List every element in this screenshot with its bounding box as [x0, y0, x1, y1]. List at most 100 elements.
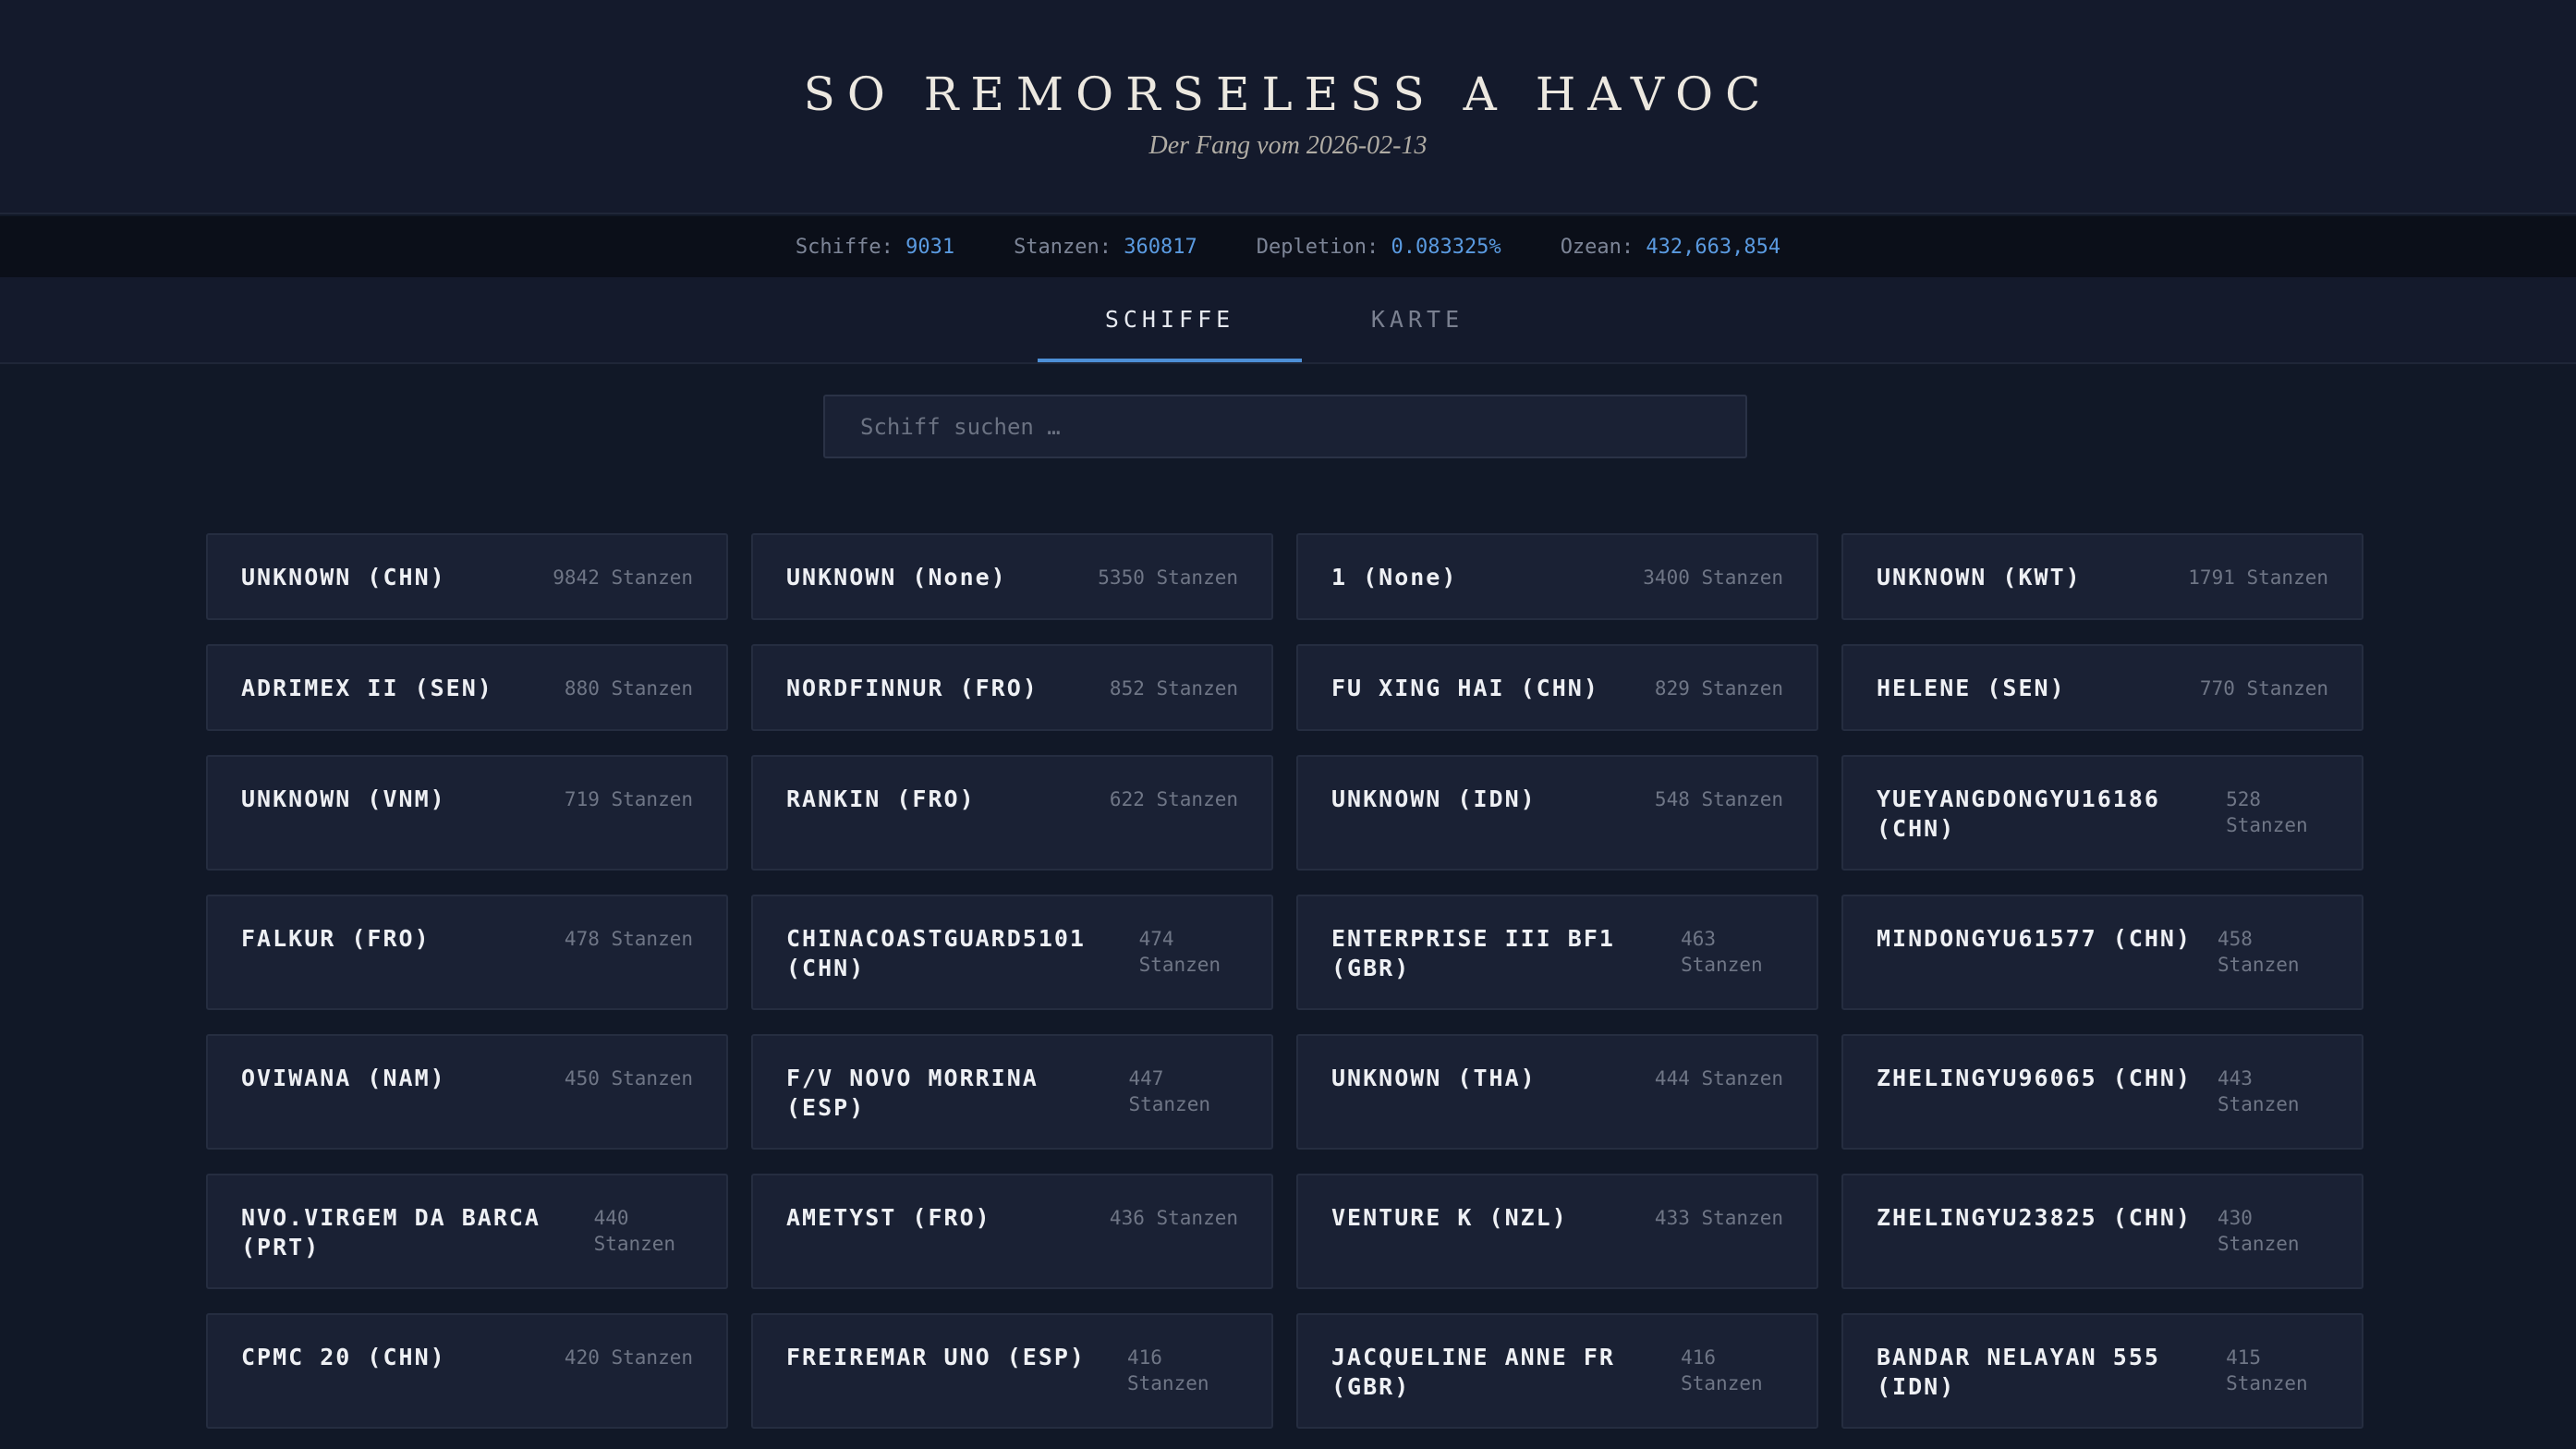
ship-card[interactable]: UNKNOWN (CHN) 9842 Stanzen: [206, 533, 728, 620]
page-title: SO REMORSELESS A HAVOC: [803, 67, 1773, 121]
stat-ships-label: Schiffe:: [795, 235, 893, 259]
ship-count: 430 Stanzen: [2218, 1207, 2300, 1255]
ship-card[interactable]: FREIREMAR UNO (ESP) 416 Stanzen: [751, 1313, 1273, 1429]
ship-count: 463 Stanzen: [1681, 928, 1763, 976]
ship-count: 548 Stanzen: [1654, 788, 1783, 810]
ship-name: JACQUELINE ANNE FR (GBR): [1331, 1344, 1615, 1400]
ship-count: 436 Stanzen: [1109, 1207, 1238, 1229]
ship-card[interactable]: F/V NOVO MORRINA (ESP) 447 Stanzen: [751, 1034, 1273, 1150]
page-header: SO REMORSELESS A HAVOC Der Fang vom 2026…: [0, 0, 2576, 214]
ship-count: 416 Stanzen: [1127, 1346, 1209, 1394]
ship-count: 444 Stanzen: [1654, 1067, 1783, 1090]
ship-card[interactable]: ZHELINGYU96065 (CHN) 443 Stanzen: [1841, 1034, 2363, 1150]
ship-count: 440 Stanzen: [593, 1207, 676, 1255]
ship-name: FALKUR (FRO): [241, 925, 431, 952]
ship-name: CHINACOASTGUARD5101 (CHN): [786, 925, 1086, 981]
ship-count: 478 Stanzen: [564, 928, 693, 950]
ship-card[interactable]: NORDFINNUR (FRO) 852 Stanzen: [751, 644, 1273, 731]
stats-bar: Schiffe: 9031 Stanzen: 360817 Depletion:…: [0, 216, 2576, 277]
ship-name: FU XING HAI (CHN): [1331, 675, 1599, 701]
ship-card[interactable]: ZHELINGYU23825 (CHN) 430 Stanzen: [1841, 1174, 2363, 1289]
ship-count: 852 Stanzen: [1109, 677, 1238, 700]
stat-stanzen: Stanzen: 360817: [1014, 236, 1197, 259]
ship-count: 458 Stanzen: [2218, 928, 2300, 976]
ship-name: UNKNOWN (None): [786, 564, 1007, 591]
stat-depletion-value: 0.083325%: [1391, 235, 1501, 259]
ship-card[interactable]: HELENE (SEN) 770 Stanzen: [1841, 644, 2363, 731]
stat-depletion-label: Depletion:: [1256, 235, 1379, 259]
ship-card[interactable]: JACQUELINE ANNE FR (GBR) 416 Stanzen: [1296, 1313, 1818, 1429]
ship-card[interactable]: CHINACOASTGUARD5101 (CHN) 474 Stanzen: [751, 895, 1273, 1010]
ship-name: ADRIMEX II (SEN): [241, 675, 493, 701]
ship-count: 415 Stanzen: [2226, 1346, 2308, 1394]
ship-name: HELENE (SEN): [1877, 675, 2066, 701]
ship-count: 433 Stanzen: [1654, 1207, 1783, 1229]
ship-card[interactable]: CPMC 20 (CHN) 420 Stanzen: [206, 1313, 728, 1429]
ship-name: CPMC 20 (CHN): [241, 1344, 446, 1370]
ship-count: 1791 Stanzen: [2188, 566, 2328, 589]
ship-count: 5350 Stanzen: [1098, 566, 1238, 589]
ship-name: BANDAR NELAYAN 555 (IDN): [1877, 1344, 2160, 1400]
ship-card[interactable]: VENTURE K (NZL) 433 Stanzen: [1296, 1174, 1818, 1289]
ship-name: UNKNOWN (VNM): [241, 785, 446, 812]
ship-count: 770 Stanzen: [2199, 677, 2328, 700]
tab-schiffe[interactable]: SCHIFFE: [1038, 277, 1302, 362]
ship-name: UNKNOWN (CHN): [241, 564, 446, 591]
ship-card[interactable]: ENTERPRISE III BF1 (GBR) 463 Stanzen: [1296, 895, 1818, 1010]
stat-ocean: Ozean: 432,663,854: [1561, 236, 1780, 259]
stat-ships: Schiffe: 9031: [796, 236, 954, 259]
ship-name: UNKNOWN (THA): [1331, 1065, 1537, 1091]
ship-grid: UNKNOWN (CHN) 9842 Stanzen UNKNOWN (None) 5…: [206, 533, 2364, 1429]
ship-card[interactable]: RANKIN (FRO) 622 Stanzen: [751, 755, 1273, 871]
stat-stanzen-value: 360817: [1124, 235, 1197, 259]
ship-card[interactable]: BANDAR NELAYAN 555 (IDN) 415 Stanzen: [1841, 1313, 2363, 1429]
ship-count: 416 Stanzen: [1681, 1346, 1763, 1394]
ship-card[interactable]: UNKNOWN (KWT) 1791 Stanzen: [1841, 533, 2363, 620]
ship-card[interactable]: 1 (None) 3400 Stanzen: [1296, 533, 1818, 620]
ship-count: 528 Stanzen: [2226, 788, 2308, 836]
ship-name: YUEYANGDONGYU16186 (CHN): [1877, 785, 2160, 842]
ship-card[interactable]: ADRIMEX II (SEN) 880 Stanzen: [206, 644, 728, 731]
ship-count: 447 Stanzen: [1128, 1067, 1210, 1115]
ship-name: F/V NOVO MORRINA (ESP): [786, 1065, 1039, 1121]
ship-count: 622 Stanzen: [1109, 788, 1238, 810]
ship-card[interactable]: FALKUR (FRO) 478 Stanzen: [206, 895, 728, 1010]
ship-count: 719 Stanzen: [564, 788, 693, 810]
ship-card[interactable]: OVIWANA (NAM) 450 Stanzen: [206, 1034, 728, 1150]
ship-card[interactable]: UNKNOWN (None) 5350 Stanzen: [751, 533, 1273, 620]
stat-ships-value: 9031: [905, 235, 955, 259]
ship-name: MINDONGYU61577 (CHN): [1877, 925, 2193, 952]
ship-card[interactable]: AMETYST (FRO) 436 Stanzen: [751, 1174, 1273, 1289]
ship-count: 3400 Stanzen: [1643, 566, 1783, 589]
ship-name: OVIWANA (NAM): [241, 1065, 446, 1091]
ship-name: 1 (None): [1331, 564, 1458, 591]
ship-card[interactable]: UNKNOWN (IDN) 548 Stanzen: [1296, 755, 1818, 871]
ship-name: VENTURE K (NZL): [1331, 1204, 1568, 1231]
tab-karte[interactable]: KARTE: [1302, 277, 1533, 362]
ship-count: 829 Stanzen: [1654, 677, 1783, 700]
ship-count: 474 Stanzen: [1138, 928, 1221, 976]
ship-card[interactable]: MINDONGYU61577 (CHN) 458 Stanzen: [1841, 895, 2363, 1010]
ship-card[interactable]: UNKNOWN (THA) 444 Stanzen: [1296, 1034, 1818, 1150]
tab-bar: SCHIFFE KARTE: [0, 277, 2576, 364]
ship-name: NVO.VIRGEM DA BARCA (PRT): [241, 1204, 541, 1260]
ship-card[interactable]: NVO.VIRGEM DA BARCA (PRT) 440 Stanzen: [206, 1174, 728, 1289]
ship-search-input[interactable]: [823, 395, 1747, 458]
stat-depletion: Depletion: 0.083325%: [1257, 236, 1501, 259]
ship-count: 420 Stanzen: [564, 1346, 693, 1369]
ship-name: AMETYST (FRO): [786, 1204, 991, 1231]
ship-count: 9842 Stanzen: [553, 566, 693, 589]
ship-name: ZHELINGYU23825 (CHN): [1877, 1204, 2193, 1231]
ship-card[interactable]: FU XING HAI (CHN) 829 Stanzen: [1296, 644, 1818, 731]
ship-name: UNKNOWN (KWT): [1877, 564, 2082, 591]
ship-name: UNKNOWN (IDN): [1331, 785, 1537, 812]
stat-ocean-value: 432,663,854: [1646, 235, 1781, 259]
ship-name: RANKIN (FRO): [786, 785, 976, 812]
stat-stanzen-label: Stanzen:: [1014, 235, 1112, 259]
ship-count: 880 Stanzen: [564, 677, 693, 700]
ship-count: 443 Stanzen: [2218, 1067, 2300, 1115]
ship-card[interactable]: UNKNOWN (VNM) 719 Stanzen: [206, 755, 728, 871]
ship-count: 450 Stanzen: [564, 1067, 693, 1090]
ship-card[interactable]: YUEYANGDONGYU16186 (CHN) 528 Stanzen: [1841, 755, 2363, 871]
ship-name: ZHELINGYU96065 (CHN): [1877, 1065, 2193, 1091]
